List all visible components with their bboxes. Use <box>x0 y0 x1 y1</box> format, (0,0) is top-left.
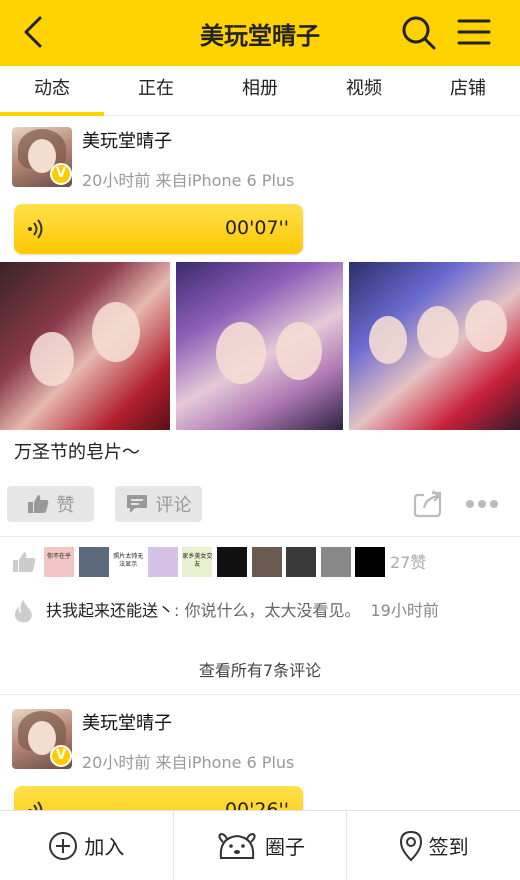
back-arrow-icon[interactable] <box>18 14 50 50</box>
plus-circle-icon <box>49 831 78 860</box>
divider <box>0 694 520 695</box>
tab-video[interactable]: 视频 <box>312 66 416 115</box>
post-meta: 20小时前 来自iPhone 6 Plus <box>82 753 295 772</box>
speech-bubble-icon <box>126 495 147 513</box>
photo-face <box>30 332 74 386</box>
bottom-action-bar: 加入 圈子 签到 <box>0 810 520 880</box>
join-button[interactable]: 加入 <box>0 811 174 880</box>
liker-avatar[interactable] <box>355 547 386 577</box>
share-icon[interactable] <box>412 488 444 520</box>
thumbs-up-icon <box>27 495 48 513</box>
profile-tabs: 动态 正在 相册 视频 店铺 <box>0 66 520 116</box>
liker-avatar[interactable]: 照片太帅无法显示 <box>113 547 144 577</box>
sound-wave-icon <box>28 219 43 239</box>
checkin-button[interactable]: 签到 <box>347 811 520 880</box>
flame-icon <box>14 600 32 623</box>
voice-duration: 00'07'' <box>224 217 289 239</box>
circle-button[interactable]: 圈子 <box>174 811 348 880</box>
post-meta: 20小时前 来自iPhone 6 Plus <box>82 171 295 190</box>
dog-face-icon <box>218 832 256 859</box>
join-label: 加入 <box>84 835 125 859</box>
verified-badge: V <box>50 745 72 767</box>
tab-live[interactable]: 正在 <box>104 66 208 115</box>
photo-face <box>369 316 407 364</box>
tab-dynamic[interactable]: 动态 <box>0 66 104 116</box>
divider <box>0 536 520 537</box>
likes-row: 你不在乎 照片太帅无法显示 家乡美女交友 27赞 <box>0 545 520 579</box>
checkin-label: 签到 <box>428 835 469 859</box>
comment-time: 19小时前 <box>370 601 439 620</box>
liker-avatar-text: 你不在乎 <box>46 553 71 560</box>
author-name[interactable]: 美玩堂晴子 <box>82 709 172 735</box>
more-options-icon[interactable] <box>464 494 500 514</box>
voice-message-button[interactable]: 00'07'' <box>14 204 303 254</box>
comment-label: 评论 <box>155 495 192 516</box>
liker-avatar[interactable] <box>286 547 317 577</box>
liker-avatar[interactable] <box>147 547 178 577</box>
comment-button[interactable]: 评论 <box>115 486 202 522</box>
liker-avatar[interactable] <box>78 547 109 577</box>
liker-avatar-text: 照片太帅无法显示 <box>113 553 144 568</box>
photo-face <box>92 302 140 362</box>
like-label: 赞 <box>56 495 75 516</box>
post-photo-3[interactable] <box>349 262 520 430</box>
thumbs-up-icon <box>13 552 36 572</box>
post-caption: 万圣节的皂片～ <box>14 442 140 463</box>
tab-album[interactable]: 相册 <box>208 66 312 115</box>
post-photo-2[interactable] <box>176 262 343 430</box>
comment-body: : 你说什么，太大没看见。 <box>174 601 361 620</box>
like-count: 27赞 <box>390 553 427 572</box>
liker-avatar[interactable]: 家乡美女交友 <box>182 547 213 577</box>
photo-face <box>276 322 322 380</box>
comment-row: 扶我起来还能送丶: 你说什么，太大没看见。 19小时前 <box>0 595 520 625</box>
circle-label: 圈子 <box>265 835 305 859</box>
view-all-comments-link[interactable]: 查看所有7条评论 <box>0 657 520 681</box>
author-name[interactable]: 美玩堂晴子 <box>82 127 172 153</box>
top-bar: 美玩堂晴子 <box>0 0 520 66</box>
liker-avatar[interactable] <box>320 547 351 577</box>
photo-face <box>417 306 459 358</box>
location-pin-icon <box>399 830 422 861</box>
tab-shop[interactable]: 店铺 <box>416 66 520 115</box>
like-button[interactable]: 赞 <box>7 486 94 522</box>
menu-icon[interactable] <box>456 14 492 50</box>
photo-face <box>216 322 266 384</box>
liker-avatar[interactable] <box>251 547 282 577</box>
post-photo-1[interactable] <box>0 262 170 430</box>
liker-avatar[interactable]: 你不在乎 <box>44 547 74 577</box>
liker-avatar[interactable] <box>217 547 247 577</box>
page-title: 美玩堂晴子 <box>200 21 320 50</box>
search-icon[interactable] <box>400 14 438 52</box>
commenter-name[interactable]: 扶我起来还能送丶 <box>46 601 174 620</box>
photo-face <box>465 300 507 352</box>
comment-text-line: 扶我起来还能送丶: 你说什么，太大没看见。 19小时前 <box>46 597 439 621</box>
verified-badge: V <box>50 163 72 185</box>
liker-avatar-text: 家乡美女交友 <box>182 553 213 568</box>
